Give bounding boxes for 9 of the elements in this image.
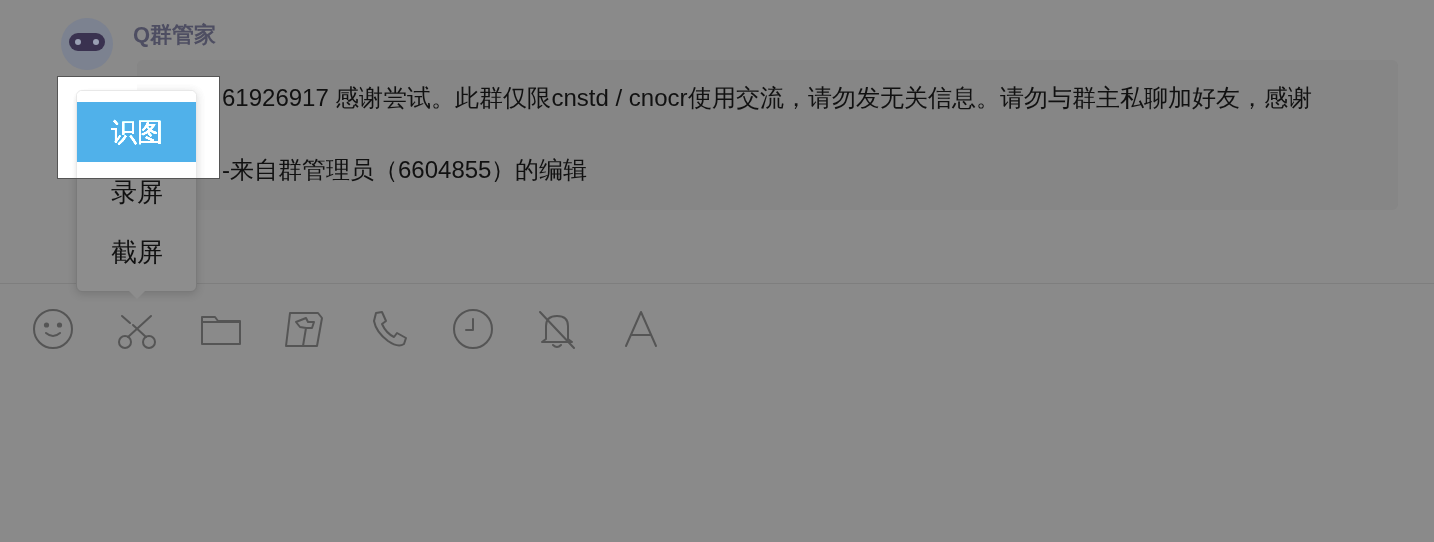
emoji-icon[interactable]: [32, 308, 74, 350]
menu-item[interactable]: 录屏: [77, 162, 196, 222]
menu-item[interactable]: 截屏: [77, 222, 196, 282]
robot-avatar: [61, 18, 113, 70]
clock-icon[interactable]: [452, 308, 494, 350]
sender-name: Q群管家: [133, 21, 218, 49]
message-text: -来自群管理员（6604855）的编辑: [222, 155, 589, 185]
message-text: 61926917 感谢尝试。此群仅限cnstd / cnocr使用交流，请勿发无关信息。请勿与群主私聊加好友，感谢: [222, 83, 1313, 113]
bell-off-icon[interactable]: [536, 308, 578, 350]
